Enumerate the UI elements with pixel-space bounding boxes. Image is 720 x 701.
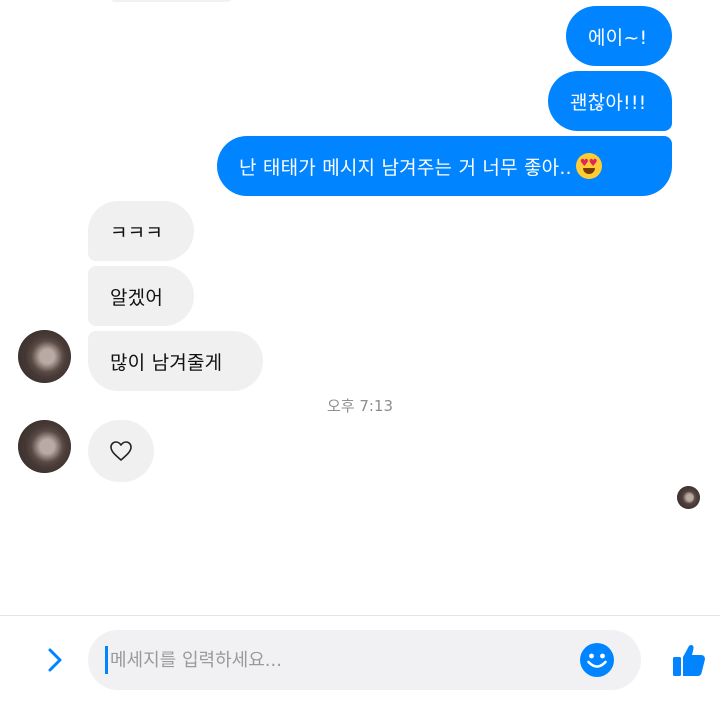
contact-avatar[interactable] bbox=[18, 330, 71, 383]
chat-screen: 에이~! 괜찮아!!! 난 태태가 메시지 남겨주는 거 너무 좋아.. ♥ ♥ … bbox=[0, 0, 720, 701]
received-message[interactable]: ㅋㅋㅋ bbox=[88, 201, 194, 261]
heart-outline-icon bbox=[110, 441, 132, 461]
read-receipt-avatar bbox=[677, 486, 700, 509]
message-text: 많이 남겨줄게 bbox=[110, 351, 223, 374]
smile-icon bbox=[580, 643, 614, 677]
message-text: ㅋㅋㅋ bbox=[110, 221, 164, 244]
emoji-button[interactable] bbox=[579, 642, 615, 678]
message-timestamp: 오후 7:13 bbox=[326, 397, 394, 415]
text-cursor bbox=[105, 646, 108, 674]
contact-avatar[interactable] bbox=[18, 420, 71, 473]
heart-eyes-emoji: ♥ ♥ bbox=[575, 153, 602, 179]
sent-message[interactable]: 에이~! bbox=[566, 6, 672, 66]
chevron-right-icon bbox=[48, 648, 62, 672]
message-text: 괜찮아!!! bbox=[570, 91, 647, 114]
previous-message-edge bbox=[108, 0, 234, 2]
message-text: 난 태태가 메시지 남겨주는 거 너무 좋아.. bbox=[239, 156, 572, 179]
expand-actions-button[interactable] bbox=[38, 642, 72, 678]
heart-reaction-bubble[interactable] bbox=[88, 420, 154, 482]
thumbs-up-icon bbox=[673, 644, 705, 676]
received-message[interactable]: 알겠어 bbox=[88, 266, 194, 326]
sent-message[interactable]: 괜찮아!!! bbox=[548, 71, 672, 131]
received-message[interactable]: 많이 남겨줄게 bbox=[88, 331, 263, 391]
sent-message[interactable]: 난 태태가 메시지 남겨주는 거 너무 좋아.. ♥ ♥ bbox=[217, 136, 672, 196]
composer-divider bbox=[0, 615, 720, 616]
like-button[interactable] bbox=[670, 642, 708, 680]
message-text: 알겠어 bbox=[110, 286, 164, 309]
message-text: 에이~! bbox=[588, 26, 648, 49]
message-input[interactable] bbox=[110, 646, 550, 674]
